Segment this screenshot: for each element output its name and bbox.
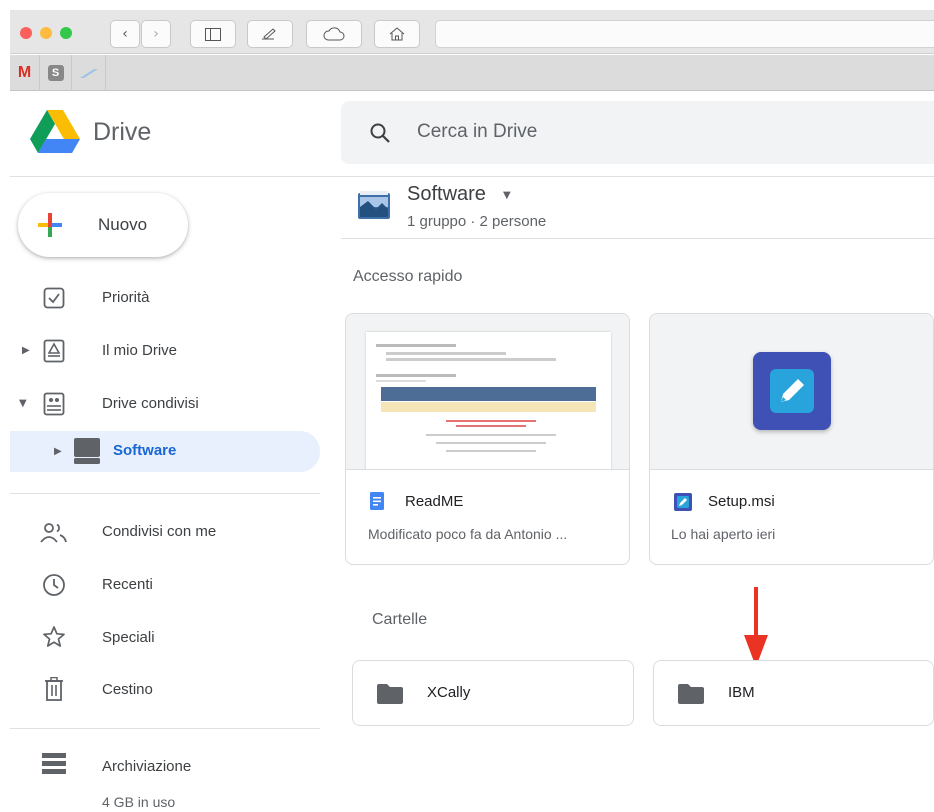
sidebar-item-label: Drive condivisi: [102, 395, 199, 412]
sidebar-divider: [10, 493, 320, 494]
card-detail: Lo hai aperto ieri: [671, 526, 776, 542]
sidebar-divider: [10, 728, 320, 729]
s-icon: S: [47, 65, 64, 81]
new-button-label: Nuovo: [98, 215, 148, 234]
drive-logo[interactable]: [30, 110, 80, 159]
quick-access-card[interactable]: ReadME Modificato poco fa da Antonio ...: [345, 313, 630, 565]
browser-toolbar: ‹ ›: [10, 10, 934, 54]
card-detail: Modificato poco fa da Antonio ...: [368, 526, 568, 542]
pencil-icon: [262, 28, 276, 40]
shared-drives-icon: [43, 392, 65, 416]
sidebar-item-label: Il mio Drive: [102, 342, 178, 359]
quick-access-card[interactable]: Setup.msi Lo hai aperto ieri: [649, 313, 934, 565]
folder-item[interactable]: IBM: [653, 660, 934, 726]
close-window-button[interactable]: [20, 27, 32, 39]
zoom-window-button[interactable]: [60, 27, 72, 39]
sidebar-item-label: Recenti: [102, 576, 153, 593]
folder-name: XCally: [427, 684, 471, 701]
drive-logo-icon: [30, 110, 80, 153]
folder-name: IBM: [728, 684, 755, 701]
gmail-icon: M: [17, 64, 32, 81]
page-title[interactable]: Software: [407, 183, 486, 206]
header-divider: [10, 176, 934, 177]
chevron-left-icon: ‹: [122, 26, 128, 42]
title-dropdown-icon[interactable]: ▼: [503, 190, 511, 201]
back-button[interactable]: ‹: [110, 20, 140, 48]
card-title: Setup.msi: [708, 493, 775, 510]
priority-icon: [43, 287, 65, 309]
down-arrow-annotation-icon: [744, 587, 768, 667]
forward-button[interactable]: ›: [141, 20, 171, 48]
s-bookmark[interactable]: S: [40, 55, 72, 91]
folder-item[interactable]: XCally: [352, 660, 634, 726]
file-preview: [650, 314, 933, 470]
members-summary[interactable]: 1 gruppo · 2 persone: [407, 213, 546, 230]
folders-heading: Cartelle: [372, 611, 428, 628]
sidebar-item-label: Cestino: [102, 681, 153, 698]
sidebar-item-label: Priorità: [102, 289, 150, 306]
card-title: ReadME: [405, 493, 464, 510]
sidebar-toggle-button[interactable]: [190, 20, 236, 48]
bookmark-icon: [79, 69, 98, 78]
sidebar-item-label: Software: [113, 442, 177, 459]
caret-down-icon[interactable]: ▼: [19, 398, 27, 409]
notes-button[interactable]: [247, 20, 293, 48]
sidebar-icon: [205, 27, 221, 41]
folder-icon: [678, 684, 704, 704]
sidebar-item-label: Archiviazione: [102, 758, 192, 775]
home-icon: [389, 27, 405, 41]
cloud-button[interactable]: [306, 20, 362, 48]
search-input[interactable]: Cerca in Drive: [417, 121, 537, 143]
trash-icon: [45, 677, 63, 701]
clock-icon: [43, 574, 65, 596]
storage-usage: 4 GB in uso: [102, 794, 176, 810]
installer-small-icon: [674, 493, 692, 511]
bookmark-item[interactable]: [72, 55, 106, 91]
search-icon[interactable]: [369, 122, 391, 144]
home-button[interactable]: [374, 20, 420, 48]
sidebar-item-label: Speciali: [102, 629, 155, 646]
shared-drive-thumbnail-icon: [358, 191, 390, 219]
people-icon: [40, 523, 67, 543]
bookmarks-bar: M S: [10, 55, 934, 91]
quick-access-heading: Accesso rapido: [353, 268, 463, 285]
star-icon: [43, 626, 65, 647]
folder-icon: [377, 684, 403, 704]
chevron-right-icon: ›: [153, 26, 159, 42]
document-preview: [346, 314, 629, 470]
shared-drive-icon: [74, 438, 100, 464]
caret-right-icon[interactable]: ▶: [54, 446, 62, 457]
minimize-window-button[interactable]: [40, 27, 52, 39]
installer-icon: [770, 369, 814, 413]
my-drive-icon: [43, 339, 65, 363]
main-divider: [341, 238, 934, 239]
docs-icon: [370, 492, 384, 510]
caret-right-icon[interactable]: ▶: [22, 345, 30, 356]
cloud-icon: [323, 27, 345, 41]
sidebar-item-label: Condivisi con me: [102, 523, 217, 540]
storage-icon: [42, 753, 66, 774]
plus-icon: [38, 213, 62, 237]
gmail-bookmark[interactable]: M: [10, 55, 40, 91]
address-bar[interactable]: [435, 20, 934, 48]
app-name: Drive: [93, 118, 152, 146]
